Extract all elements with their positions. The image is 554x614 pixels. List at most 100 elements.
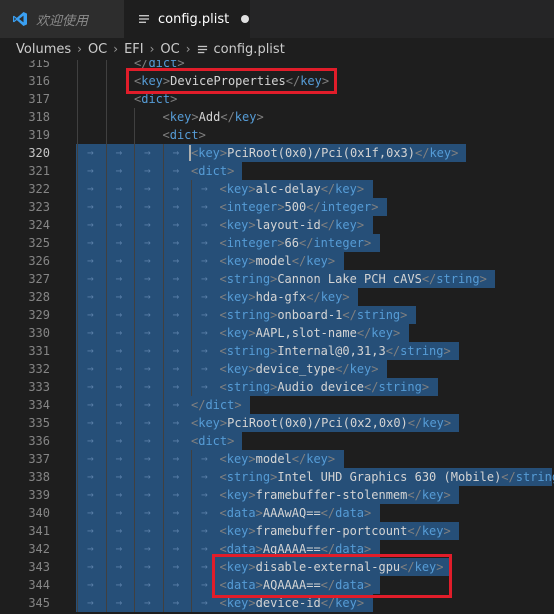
- breadcrumb-item-oc[interactable]: OC: [88, 42, 107, 57]
- code-line[interactable]: 338 → → → → → <string>Intel UHD Graphics 630 (…: [0, 468, 554, 486]
- code-line[interactable]: 320 → → → → <key>PciRoot(0x0)/Pci(0x1f,0x3)</…: [0, 144, 554, 162]
- indent-guide: [162, 414, 164, 432]
- code-line[interactable]: 319 <dict>: [0, 126, 554, 144]
- code-line[interactable]: 332 → → → → → <key>device_type</key>: [0, 360, 554, 378]
- whitespace-tab-arrow-icon: →: [201, 254, 208, 267]
- code-line[interactable]: 333 → → → → → <string>Audio device</string>: [0, 378, 554, 396]
- indent-guide: [134, 270, 135, 288]
- xml-bracket: >: [277, 200, 285, 214]
- code-line[interactable]: 337 → → → → → <key>model</key>: [0, 450, 554, 468]
- code-line[interactable]: 321 → → → → <dict>: [0, 162, 554, 180]
- tab-welcome[interactable]: 欢迎使用: [0, 0, 124, 38]
- xml-bracket: >: [255, 506, 263, 520]
- indent-guide: [105, 594, 107, 612]
- breadcrumb-item-oc-sub[interactable]: OC: [160, 42, 179, 57]
- line-number: 345: [28, 596, 50, 610]
- xml-tag-name: key: [335, 596, 357, 610]
- xml-bracket: >: [248, 524, 256, 538]
- whitespace-tab-arrow-icon: →: [201, 470, 208, 483]
- whitespace-tab-arrow-icon: →: [144, 254, 151, 267]
- code-line[interactable]: 324 → → → → → <key>layout-id</key>: [0, 216, 554, 234]
- xml-bracket: >: [248, 488, 256, 502]
- code-line[interactable]: 327 → → → → → <string>Cannon Lake PCH cAVS</st…: [0, 270, 554, 288]
- xml-bracket: </: [407, 416, 423, 430]
- whitespace-tab-arrow-icon: →: [87, 560, 94, 573]
- indent-guide: [105, 576, 107, 594]
- code-line[interactable]: 331 → → → → → <string>Internal@0,31,3</string>: [0, 342, 554, 360]
- indent-guide: [77, 306, 78, 324]
- whitespace-tab-arrow-icon: →: [115, 146, 123, 159]
- code-line[interactable]: 322 → → → → → <key>alc-delay</key>: [0, 180, 554, 198]
- code-text: </dict>: [191, 396, 242, 414]
- indent-guide: [191, 522, 192, 540]
- xml-bracket: </: [342, 308, 357, 322]
- breadcrumb: Volumes › OC › EFI › OC › config.plist: [0, 38, 554, 60]
- unsaved-dot-icon[interactable]: [241, 15, 250, 23]
- code-line[interactable]: 328 → → → → → <key>hda-gfx</key>: [0, 288, 554, 306]
- xml-bracket: </: [306, 290, 321, 304]
- indent-guide: [162, 306, 164, 324]
- code-line[interactable]: 334 → → → → </dict>: [0, 396, 554, 414]
- code-line[interactable]: 318 <key>Add</key>: [0, 108, 554, 126]
- code-line[interactable]: 340 → → → → → <data>AAAwAQ==</data>: [0, 504, 554, 522]
- indent-guide: [191, 198, 192, 216]
- indent-guide: [105, 522, 107, 540]
- line-number: 344: [28, 578, 50, 592]
- code-line[interactable]: 339 → → → → → <key>framebuffer-stolenmem</key>: [0, 486, 554, 504]
- xml-bracket: <: [219, 542, 227, 556]
- indent-guide: [77, 360, 78, 378]
- code-text: <key>AAPL,slot-name</key>: [220, 324, 401, 342]
- code-line[interactable]: 323 → → → → → <integer>500</integer>: [0, 198, 554, 216]
- xml-bracket: >: [256, 110, 264, 124]
- code-line[interactable]: 335 → → → → <key>PciRoot(0x0)/Pci(0x2,0x0)</k…: [0, 414, 554, 432]
- code-line[interactable]: 336 → → → → <dict>: [0, 432, 554, 450]
- code-line[interactable]: 326 → → → → → <key>model</key>: [0, 252, 554, 270]
- indent-guide: [77, 126, 78, 144]
- code-line[interactable]: 316 <key>DeviceProperties</key>: [0, 72, 554, 90]
- xml-bracket: >: [248, 218, 256, 232]
- breadcrumb-item-file[interactable]: config.plist: [214, 42, 285, 57]
- indent-guide: [191, 180, 192, 198]
- indent-guide: [105, 288, 107, 306]
- code-editor[interactable]: 315 </dict> 316 <key>DeviceProperties</key>…: [0, 60, 554, 614]
- indent-guide: [162, 342, 164, 360]
- indent-guide: [162, 558, 164, 576]
- code-line[interactable]: 341 → → → → → <key>framebuffer-portcount</key>: [0, 522, 554, 540]
- code-line[interactable]: 330 → → → → → <key>AAPL,slot-name</key>: [0, 324, 554, 342]
- code-line[interactable]: 315 </dict>: [0, 60, 554, 72]
- xml-text: DeviceProperties: [170, 74, 286, 88]
- code-line[interactable]: 344 → → → → → <data>AQAAAA==</data>: [0, 576, 554, 594]
- indent-guide: [77, 450, 78, 468]
- whitespace-tab-arrow-icon: →: [172, 380, 180, 393]
- xml-tag-name: string: [400, 344, 444, 358]
- whitespace-tab-arrow-icon: →: [87, 416, 94, 429]
- whitespace-tab-arrow-icon: →: [115, 182, 123, 195]
- whitespace-tab-arrow-icon: →: [201, 272, 208, 285]
- indent-guide: [77, 576, 78, 594]
- tab-config-plist[interactable]: config.plist: [124, 0, 250, 38]
- xml-bracket: </: [320, 542, 336, 556]
- breadcrumb-item-volumes[interactable]: Volumes: [16, 42, 71, 57]
- code-text: <key>device_type</key>: [220, 360, 379, 378]
- code-line[interactable]: 345 → → → → → <key>device-id</key>: [0, 594, 554, 612]
- indent-guide: [77, 504, 78, 522]
- indent-guide: [105, 306, 107, 324]
- whitespace-tab-arrow-icon: →: [87, 380, 94, 393]
- code-line[interactable]: 343 → → → → → <key>disable-external-gpu</key>: [0, 558, 554, 576]
- file-lines-icon: [197, 45, 207, 53]
- xml-tag-name: key: [349, 362, 372, 376]
- indent-guide: [105, 396, 107, 414]
- indent-guide: [134, 162, 135, 180]
- xml-bracket: >: [248, 290, 256, 304]
- indent-guide: [77, 60, 78, 72]
- xml-tag-name: key: [320, 290, 343, 304]
- xml-tag-name: key: [226, 524, 249, 538]
- breadcrumb-item-efi[interactable]: EFI: [124, 42, 144, 57]
- file-lines-icon: [139, 15, 149, 23]
- code-line[interactable]: 325 → → → → → <integer>66</integer>: [0, 234, 554, 252]
- line-number: 337: [28, 452, 50, 466]
- code-line[interactable]: 342 → → → → → <data>AgAAAA==</data>: [0, 540, 554, 558]
- code-line[interactable]: 317 <dict>: [0, 90, 554, 108]
- code-line[interactable]: 329 → → → → → <string>onboard-1</string>: [0, 306, 554, 324]
- indent-guide: [105, 162, 107, 180]
